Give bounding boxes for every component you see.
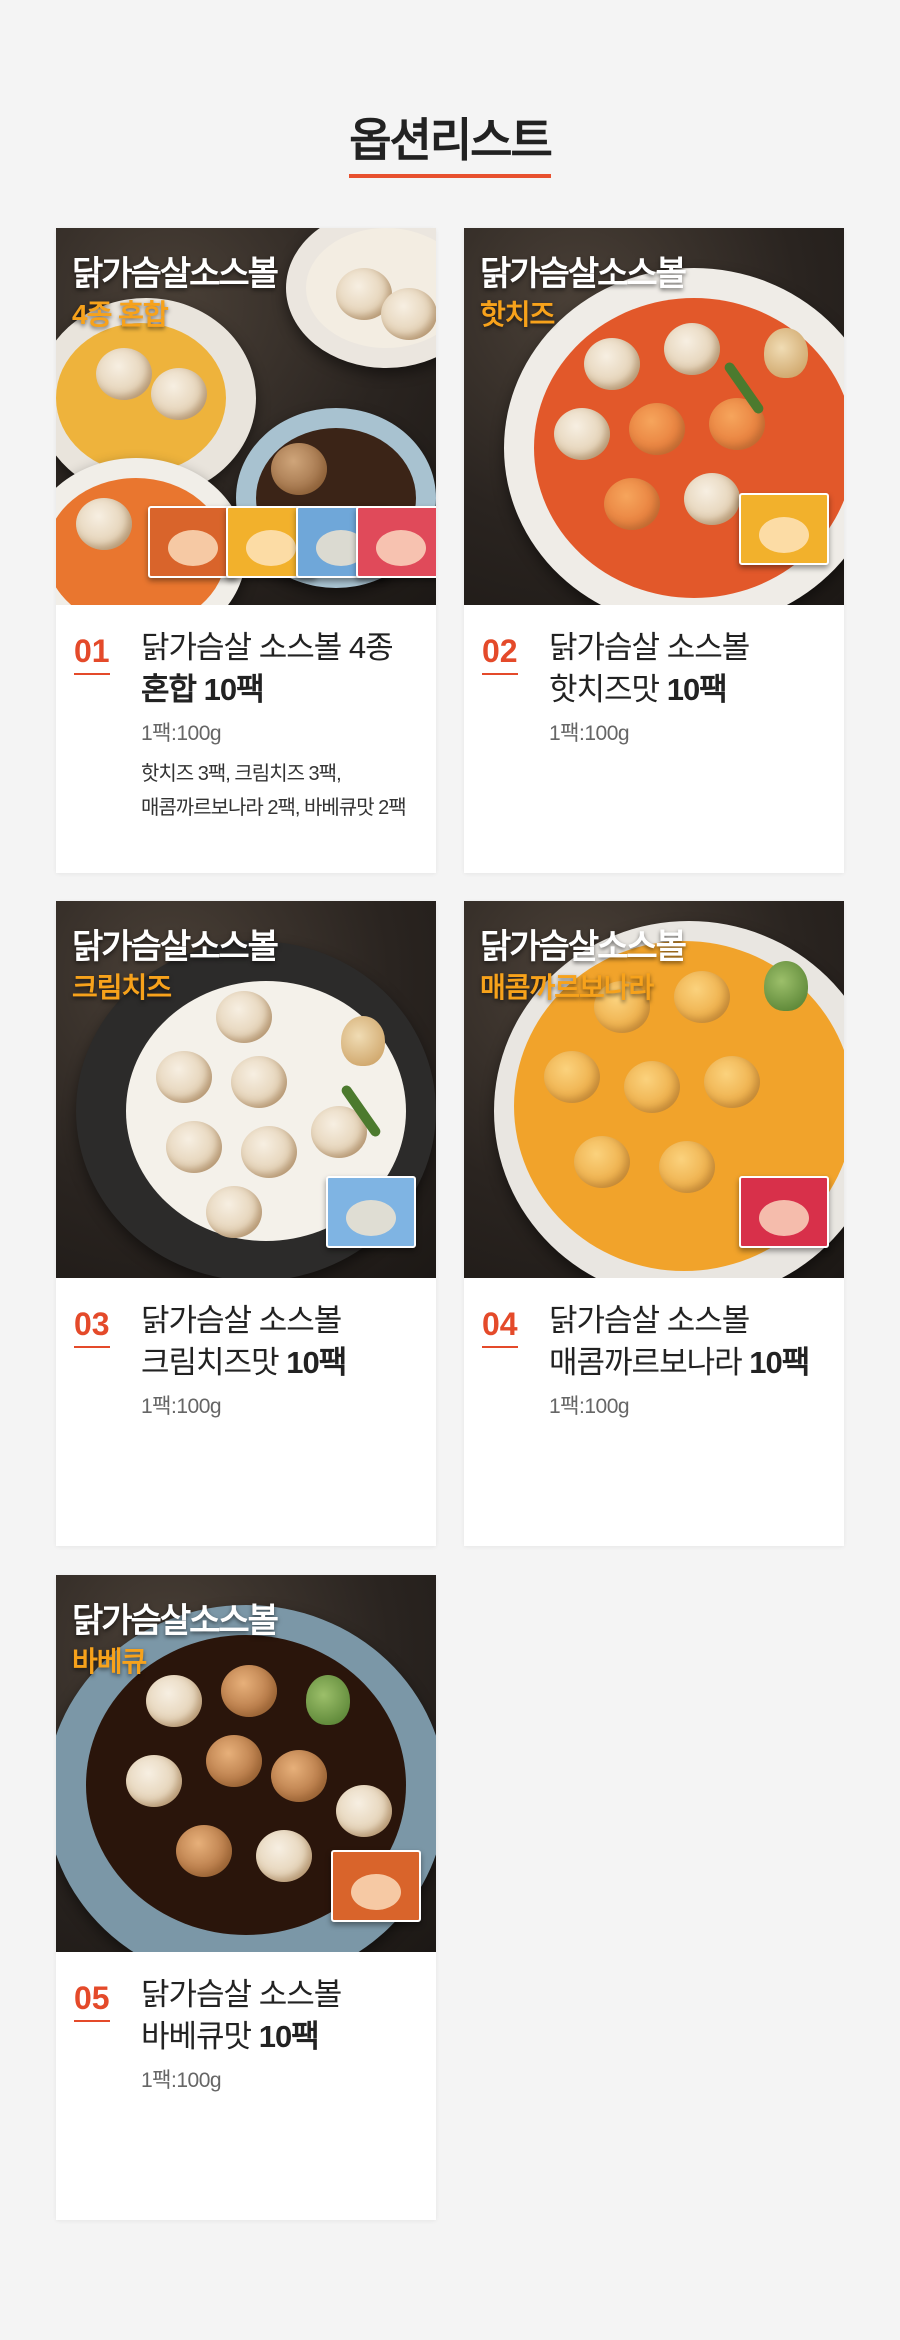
option-number: 04 bbox=[482, 1306, 518, 1348]
option-name: 닭가슴살 소스볼 바베큐맛 10팩 bbox=[141, 1974, 426, 2058]
option-name-flavor: 매콤까르보나라 bbox=[549, 1345, 750, 1380]
image-subtitle: 바베큐 bbox=[72, 1646, 147, 1677]
product-image-hot-cheese: 닭가슴살소스볼 핫치즈 bbox=[464, 228, 844, 605]
card-info: 01 닭가슴살 소스볼 4종 혼합 10팩 1팩:100g 핫치즈 3팩, 크림… bbox=[56, 605, 436, 873]
option-number: 03 bbox=[74, 1306, 110, 1348]
option-name-line1: 닭가슴살 소스볼 bbox=[549, 1303, 750, 1338]
option-name-bold: 10팩 bbox=[749, 1345, 810, 1380]
image-title: 닭가슴살소스볼 bbox=[72, 928, 279, 966]
option-name-line1: 닭가슴살 소스볼 bbox=[141, 1977, 342, 2012]
option-name-line2: 핫치즈맛 10팩 bbox=[549, 669, 834, 711]
option-name-bold: 10팩 bbox=[666, 672, 728, 707]
card-info: 02 닭가슴살 소스볼 핫치즈맛 10팩 1팩:100g bbox=[464, 605, 844, 873]
option-spec: 1팩:100g bbox=[549, 722, 630, 745]
option-name-line2: 매콤까르보나라 10팩 bbox=[549, 1342, 834, 1384]
image-subtitle: 핫치즈 bbox=[480, 299, 555, 330]
card-info: 04 닭가슴살 소스볼 매콤까르보나라 10팩 1팩:100g bbox=[464, 1278, 844, 1546]
option-card-01[interactable]: 닭가슴살소스볼 4종 혼합 01 닭가슴살 소스볼 4종 혼합 10팩 1팩:1… bbox=[56, 228, 436, 873]
image-subtitle: 크림치즈 bbox=[72, 972, 172, 1003]
option-name-line1: 닭가슴살 소스볼 bbox=[549, 630, 750, 665]
option-note-line1: 핫치즈 3팩, 크림치즈 3팩, bbox=[141, 763, 342, 785]
option-name-line1: 닭가슴살 소스볼 4종 bbox=[141, 630, 394, 665]
option-number: 02 bbox=[482, 633, 518, 675]
image-title: 닭가슴살소스볼 bbox=[480, 255, 687, 293]
option-spec: 1팩:100g bbox=[141, 2069, 222, 2092]
option-number: 01 bbox=[74, 633, 110, 675]
option-note: 핫치즈 3팩, 크림치즈 3팩, 매콤까르보나라 2팩, 바베큐맛 2팩 bbox=[141, 757, 431, 825]
option-name: 닭가슴살 소스볼 크림치즈맛 10팩 bbox=[141, 1300, 426, 1384]
option-note-line2: 매콤까르보나라 2팩, 바베큐맛 2팩 bbox=[141, 797, 407, 819]
page-title: 옵션리스트 bbox=[349, 112, 553, 178]
option-name: 닭가슴살 소스볼 핫치즈맛 10팩 bbox=[549, 627, 834, 711]
product-image-spicy-carbonara: 닭가슴살소스볼 매콤까르보나라 bbox=[464, 901, 844, 1278]
option-card-03[interactable]: 닭가슴살소스볼 크림치즈 03 닭가슴살 소스볼 크림치즈맛 10팩 1팩:10… bbox=[56, 901, 436, 1546]
option-name-flavor: 바베큐맛 bbox=[141, 2019, 259, 2054]
card-info: 05 닭가슴살 소스볼 바베큐맛 10팩 1팩:100g bbox=[56, 1952, 436, 2220]
option-name-line2: 혼합 10팩 bbox=[141, 669, 426, 711]
image-title: 닭가슴살소스볼 bbox=[480, 928, 687, 966]
card-info: 03 닭가슴살 소스볼 크림치즈맛 10팩 1팩:100g bbox=[56, 1278, 436, 1546]
option-spec: 1팩:100g bbox=[141, 722, 222, 745]
product-image-mixed: 닭가슴살소스볼 4종 혼합 bbox=[56, 228, 436, 605]
option-card-05[interactable]: 닭가슴살소스볼 바베큐 05 닭가슴살 소스볼 바베큐맛 10팩 1팩:100g bbox=[56, 1575, 436, 2220]
option-name-bold: 10팩 bbox=[258, 2019, 320, 2054]
option-spec: 1팩:100g bbox=[549, 1395, 630, 1418]
option-card-04[interactable]: 닭가슴살소스볼 매콤까르보나라 04 닭가슴살 소스볼 매콤까르보나라 10팩 … bbox=[464, 901, 844, 1546]
option-name-line2: 바베큐맛 10팩 bbox=[141, 2016, 426, 2058]
option-name-flavor: 핫치즈맛 bbox=[549, 672, 667, 707]
image-title: 닭가슴살소스볼 bbox=[72, 1602, 279, 1640]
option-name-bold: 10팩 bbox=[286, 1345, 347, 1380]
option-name-line2: 크림치즈맛 10팩 bbox=[141, 1342, 426, 1384]
option-card-02[interactable]: 닭가슴살소스볼 핫치즈 02 닭가슴살 소스볼 핫치즈맛 10팩 1팩:100g bbox=[464, 228, 844, 873]
option-name-flavor: 크림치즈맛 bbox=[141, 1345, 287, 1380]
image-subtitle: 매콤까르보나라 bbox=[480, 972, 654, 1003]
image-subtitle: 4종 혼합 bbox=[72, 299, 169, 330]
product-image-bbq: 닭가슴살소스볼 바베큐 bbox=[56, 1575, 436, 1952]
product-image-cream-cheese: 닭가슴살소스볼 크림치즈 bbox=[56, 901, 436, 1278]
option-name: 닭가슴살 소스볼 매콤까르보나라 10팩 bbox=[549, 1300, 834, 1384]
section-header: 옵션리스트 bbox=[0, 112, 900, 178]
option-number: 05 bbox=[74, 1980, 110, 2022]
option-name: 닭가슴살 소스볼 4종 혼합 10팩 bbox=[141, 627, 426, 711]
image-title: 닭가슴살소스볼 bbox=[72, 255, 279, 293]
option-name-line1: 닭가슴살 소스볼 bbox=[141, 1303, 342, 1338]
option-name-bold: 혼합 10팩 bbox=[141, 672, 265, 707]
option-spec: 1팩:100g bbox=[141, 1395, 222, 1418]
